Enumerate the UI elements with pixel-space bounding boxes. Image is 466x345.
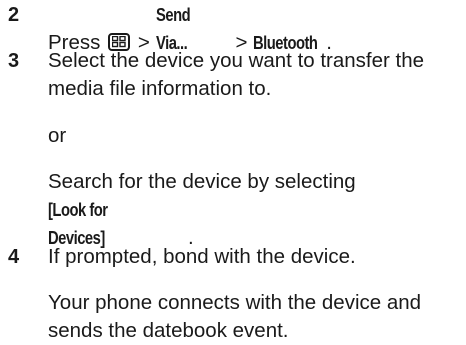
or-text: or bbox=[48, 124, 67, 147]
step-line: Search for the device by selecting bbox=[48, 170, 356, 193]
step-text: If prompted, bond with the device. bbox=[48, 245, 356, 268]
step-number: 3 bbox=[8, 50, 20, 72]
step-number: 4 bbox=[8, 246, 20, 268]
step-line: Your phone connects with the device and bbox=[48, 291, 422, 314]
step-text: Select the device you want to transfer t… bbox=[48, 47, 460, 103]
step-line: media file information to. bbox=[48, 77, 272, 100]
step-line: sends the datebook event. bbox=[48, 319, 289, 342]
instructions-page: 2 Press > Send Via... > Bluetooth. 3 Sele… bbox=[0, 0, 466, 342]
result-paragraph: Your phone connects with the device and … bbox=[48, 289, 460, 345]
step-line: Select the device you want to transfer t… bbox=[48, 49, 425, 72]
search-paragraph: Search for the device by selecting [Look… bbox=[48, 168, 460, 252]
step-number: 2 bbox=[8, 4, 20, 26]
